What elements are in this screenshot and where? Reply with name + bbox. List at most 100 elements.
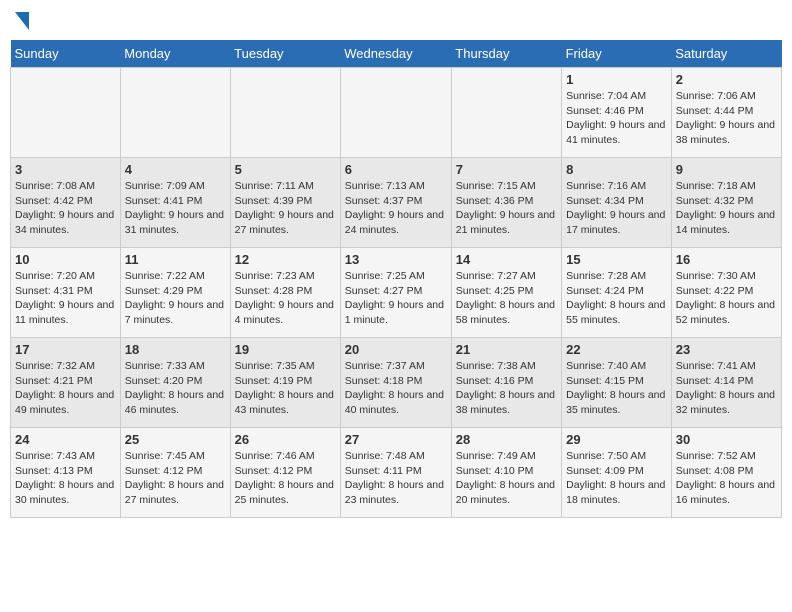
day-info-line: Sunrise: 7:30 AM: [676, 270, 756, 282]
day-info-line: Sunrise: 7:09 AM: [125, 180, 205, 192]
day-info-line: Sunrise: 7:18 AM: [676, 180, 756, 192]
day-number: 20: [345, 342, 447, 357]
day-info-line: Sunrise: 7:22 AM: [125, 270, 205, 282]
day-number: 18: [125, 342, 226, 357]
day-info-line: Daylight: 8 hours and 23 minutes.: [345, 479, 444, 506]
day-number: 28: [456, 432, 557, 447]
day-info-line: Daylight: 9 hours and 1 minute.: [345, 299, 444, 326]
day-info-line: Sunset: 4:10 PM: [456, 465, 534, 477]
day-info-line: Sunset: 4:39 PM: [235, 195, 313, 207]
day-info: Sunrise: 7:41 AMSunset: 4:14 PMDaylight:…: [676, 359, 777, 418]
day-info-line: Sunrise: 7:50 AM: [566, 450, 646, 462]
day-info-line: Sunset: 4:15 PM: [566, 375, 644, 387]
day-info-line: Sunset: 4:09 PM: [566, 465, 644, 477]
day-number: 14: [456, 252, 557, 267]
day-info: Sunrise: 7:35 AMSunset: 4:19 PMDaylight:…: [235, 359, 336, 418]
day-info-line: Sunrise: 7:16 AM: [566, 180, 646, 192]
day-number: 24: [15, 432, 116, 447]
calendar-week-row: 17 Sunrise: 7:32 AM Sunset: 4:21 PM Dayligh…: [11, 338, 782, 428]
calendar-cell: 10Sunrise: 7:20 AMSunset: 4:31 PMDayligh…: [11, 248, 121, 338]
day-info-line: Sunrise: 7:08 AM: [15, 180, 95, 192]
day-info: Sunrise: 7:04 AM Sunset: 4:46 PM Daylight:…: [566, 89, 667, 148]
calendar-cell: 19Sunrise: 7:35 AMSunset: 4:19 PMDayligh…: [230, 338, 340, 428]
day-number: 21: [456, 342, 557, 357]
day-info: Sunrise: 7:28 AMSunset: 4:24 PMDaylight:…: [566, 269, 667, 328]
day-info-line: Sunset: 4:41 PM: [125, 195, 203, 207]
day-info-line: Sunset: 4:29 PM: [125, 285, 203, 297]
day-info-line: Sunrise: 7:04 AM: [566, 90, 646, 102]
day-number: 4: [125, 162, 226, 177]
day-info-line: Daylight: 9 hours and 41 minutes.: [566, 119, 665, 146]
day-info-line: Sunrise: 7:38 AM: [456, 360, 536, 372]
day-info-line: Sunrise: 7:48 AM: [345, 450, 425, 462]
calendar-cell: [11, 68, 121, 158]
day-info-line: Daylight: 8 hours and 35 minutes.: [566, 389, 665, 416]
day-info-line: Sunrise: 7:25 AM: [345, 270, 425, 282]
day-info-line: Daylight: 9 hours and 11 minutes.: [15, 299, 114, 326]
day-info-line: Daylight: 9 hours and 24 minutes.: [345, 209, 444, 236]
day-info-line: Sunset: 4:42 PM: [15, 195, 93, 207]
day-info-line: Sunset: 4:18 PM: [345, 375, 423, 387]
day-info-line: Daylight: 8 hours and 43 minutes.: [235, 389, 334, 416]
day-info: Sunrise: 7:27 AMSunset: 4:25 PMDaylight:…: [456, 269, 557, 328]
day-info-line: Daylight: 9 hours and 4 minutes.: [235, 299, 334, 326]
day-info: Sunrise: 7:38 AMSunset: 4:16 PMDaylight:…: [456, 359, 557, 418]
calendar-cell: 17Sunrise: 7:32 AMSunset: 4:21 PMDayligh…: [11, 338, 121, 428]
day-info-line: Daylight: 8 hours and 52 minutes.: [676, 299, 775, 326]
day-info-line: Sunrise: 7:37 AM: [345, 360, 425, 372]
day-info-line: Sunset: 4:21 PM: [15, 375, 93, 387]
weekday-header-friday: Friday: [562, 40, 672, 68]
day-info: Sunrise: 7:09 AM Sunset: 4:41 PM Daylight:…: [125, 179, 226, 238]
calendar-cell: [340, 68, 451, 158]
calendar-cell: 5 Sunrise: 7:11 AM Sunset: 4:39 PM Daylight…: [230, 158, 340, 248]
day-number: 6: [345, 162, 447, 177]
day-number: 11: [125, 252, 226, 267]
day-info-line: Sunset: 4:12 PM: [235, 465, 313, 477]
day-info-line: Sunset: 4:46 PM: [566, 105, 644, 117]
day-info: Sunrise: 7:33 AMSunset: 4:20 PMDaylight:…: [125, 359, 226, 418]
day-number: 1: [566, 72, 667, 87]
day-info-line: Sunrise: 7:23 AM: [235, 270, 315, 282]
calendar-cell: 23Sunrise: 7:41 AMSunset: 4:14 PMDayligh…: [671, 338, 781, 428]
day-info-line: Daylight: 8 hours and 30 minutes.: [15, 479, 114, 506]
day-info-line: Sunrise: 7:32 AM: [15, 360, 95, 372]
day-info-line: Sunset: 4:36 PM: [456, 195, 534, 207]
day-info-line: Daylight: 8 hours and 32 minutes.: [676, 389, 775, 416]
weekday-header-wednesday: Wednesday: [340, 40, 451, 68]
day-info: Sunrise: 7:32 AMSunset: 4:21 PMDaylight:…: [15, 359, 116, 418]
calendar-cell: 27Sunrise: 7:48 AMSunset: 4:11 PMDayligh…: [340, 428, 451, 518]
day-info: Sunrise: 7:50 AM Sunset: 4:09 PM Daylight:…: [566, 449, 667, 508]
calendar-cell: 30Sunrise: 7:52 AMSunset: 4:08 PMDayligh…: [671, 428, 781, 518]
day-info: Sunrise: 7:15 AMSunset: 4:36 PMDaylight:…: [456, 179, 557, 238]
day-info-line: Sunset: 4:22 PM: [676, 285, 754, 297]
day-info-line: Sunrise: 7:43 AM: [15, 450, 95, 462]
calendar-cell: 8Sunrise: 7:16 AMSunset: 4:34 PMDaylight…: [562, 158, 672, 248]
day-info-line: Sunrise: 7:52 AM: [676, 450, 756, 462]
calendar-cell: [230, 68, 340, 158]
day-info-line: Sunset: 4:25 PM: [456, 285, 534, 297]
day-info-line: Daylight: 9 hours and 31 minutes.: [125, 209, 224, 236]
day-info-line: Daylight: 8 hours and 16 minutes.: [676, 479, 775, 506]
day-info-line: Sunset: 4:32 PM: [676, 195, 754, 207]
calendar-cell: 13Sunrise: 7:25 AMSunset: 4:27 PMDayligh…: [340, 248, 451, 338]
day-info-line: Sunrise: 7:11 AM: [235, 180, 314, 192]
day-info-line: Sunrise: 7:28 AM: [566, 270, 646, 282]
day-info: Sunrise: 7:22 AMSunset: 4:29 PMDaylight:…: [125, 269, 226, 328]
day-info-line: Sunrise: 7:46 AM: [235, 450, 315, 462]
calendar-cell: 14 Sunrise: 7:27 AMSunset: 4:25 PMDayligh…: [451, 248, 561, 338]
day-number: 5: [235, 162, 336, 177]
calendar-week-row: 24Sunrise: 7:43 AMSunset: 4:13 PMDayligh…: [11, 428, 782, 518]
day-info-line: Daylight: 8 hours and 18 minutes.: [566, 479, 665, 506]
day-number: 7: [456, 162, 557, 177]
calendar-cell: 2Sunrise: 7:06 AMSunset: 4:44 PMDaylight…: [671, 68, 781, 158]
day-info: Sunrise: 7:13 AMSunset: 4:37 PMDaylight:…: [345, 179, 447, 238]
day-info-line: Daylight: 9 hours and 27 minutes.: [235, 209, 334, 236]
day-info: Sunrise: 7:48 AMSunset: 4:11 PMDaylight:…: [345, 449, 447, 508]
day-info-line: Sunset: 4:34 PM: [566, 195, 644, 207]
day-info-line: Daylight: 8 hours and 20 minutes.: [456, 479, 555, 506]
day-info-line: Daylight: 8 hours and 25 minutes.: [235, 479, 334, 506]
day-info: Sunrise: 7:08 AMSunset: 4:42 PMDaylight:…: [15, 179, 116, 238]
calendar-cell: 16Sunrise: 7:30 AMSunset: 4:22 PMDayligh…: [671, 248, 781, 338]
day-number: 17: [15, 342, 116, 357]
day-info-line: Daylight: 8 hours and 38 minutes.: [456, 389, 555, 416]
